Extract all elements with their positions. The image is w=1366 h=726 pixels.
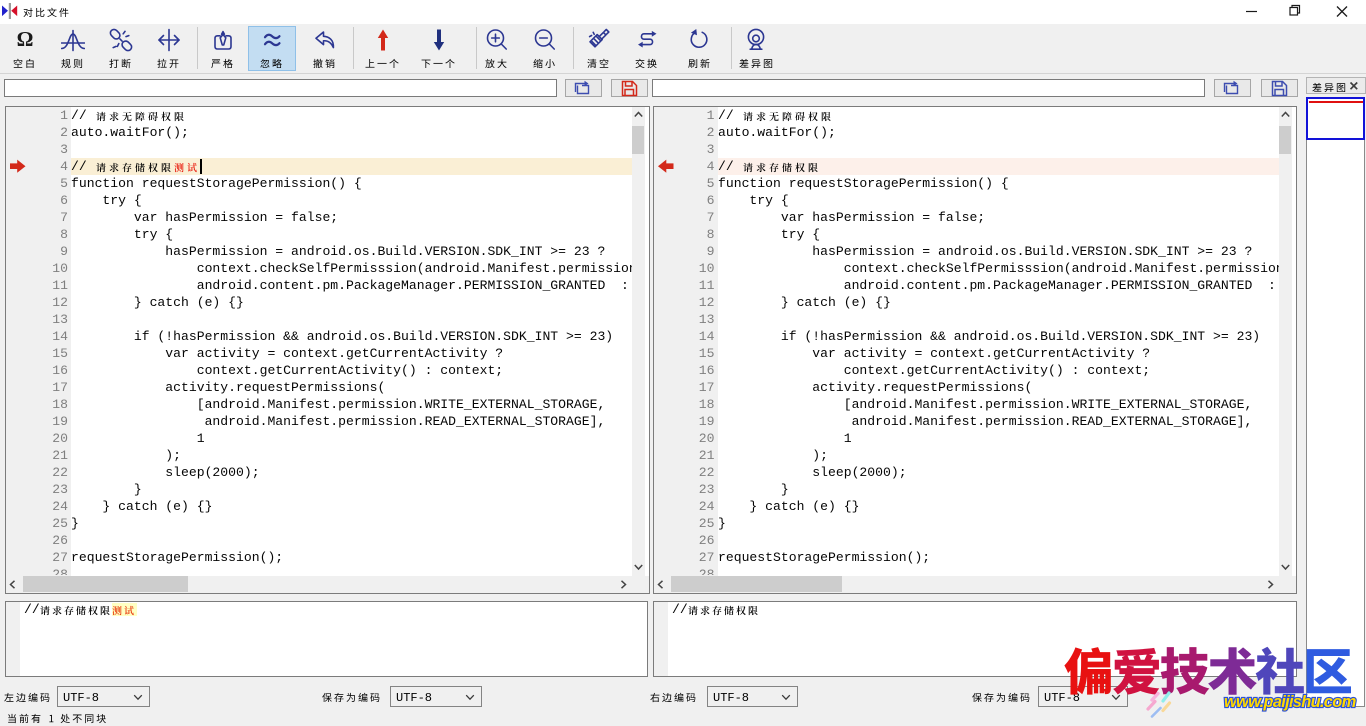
svg-text:www.paijishu.com: www.paijishu.com [1224, 692, 1357, 711]
